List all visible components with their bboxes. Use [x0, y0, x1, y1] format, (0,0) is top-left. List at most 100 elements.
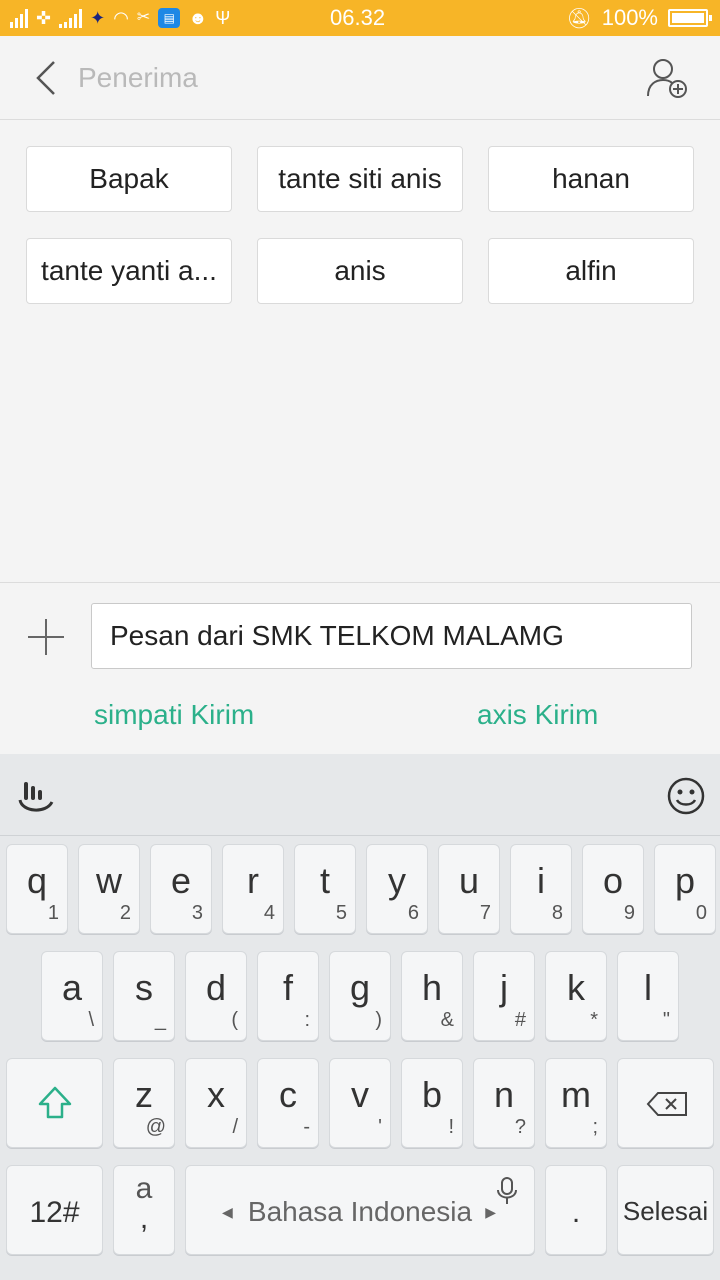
- key-l[interactable]: l ": [617, 951, 679, 1041]
- key-letter: k: [567, 967, 585, 1008]
- key-secondary: 8: [551, 902, 563, 924]
- space-key-label: Bahasa Indonesia: [247, 1196, 473, 1227]
- key-secondary: !: [448, 1116, 454, 1138]
- keyboard-menu-button[interactable]: [16, 776, 56, 816]
- key-letter: e: [170, 860, 192, 901]
- key-i[interactable]: i8: [510, 844, 572, 934]
- key-k[interactable]: k *: [545, 951, 607, 1041]
- key-letter: n: [493, 1074, 515, 1115]
- recipient-chip[interactable]: anis: [257, 238, 463, 304]
- carrier-logo-icon: ✜: [36, 8, 52, 28]
- key-z[interactable]: z @: [113, 1058, 175, 1148]
- key-v[interactable]: v ': [329, 1058, 391, 1148]
- attach-button[interactable]: [26, 617, 66, 657]
- punctuation-key[interactable]: a ,: [113, 1165, 175, 1255]
- add-person-icon: [647, 59, 687, 98]
- key-b[interactable]: b!: [401, 1058, 463, 1148]
- header: Penerima: [0, 36, 720, 120]
- key-secondary: 9: [623, 902, 635, 924]
- key-letter: c: [279, 1074, 297, 1115]
- key-secondary: ;: [592, 1116, 598, 1138]
- recipient-chip[interactable]: hanan: [488, 146, 694, 212]
- key-w[interactable]: w2: [78, 844, 140, 934]
- send-simpati-button[interactable]: simpati Kirim: [94, 699, 254, 731]
- back-button[interactable]: [26, 56, 66, 100]
- recipient-name: hanan: [552, 163, 630, 194]
- key-letter: x: [207, 1074, 225, 1115]
- shift-arrow-icon: [38, 1086, 72, 1119]
- keyboard-toolbar: [0, 754, 720, 836]
- message-input[interactable]: [91, 603, 692, 669]
- recipient-chip[interactable]: tante yanti a...: [26, 238, 232, 304]
- key-x[interactable]: x /: [185, 1058, 247, 1148]
- period-key-label: .: [571, 1196, 581, 1229]
- key-s[interactable]: s _: [113, 951, 175, 1041]
- key-secondary: &: [440, 1009, 454, 1031]
- send-axis-button[interactable]: axis Kirim: [477, 699, 598, 731]
- key-e[interactable]: e3: [150, 844, 212, 934]
- key-f[interactable]: f:: [257, 951, 319, 1041]
- key-p[interactable]: p0: [654, 844, 716, 934]
- key-letter: i: [537, 860, 545, 901]
- key-secondary: 7: [479, 902, 491, 924]
- emoji-button[interactable]: [666, 776, 706, 816]
- recipient-chip[interactable]: Bapak: [26, 146, 232, 212]
- key-t[interactable]: t5: [294, 844, 356, 934]
- key-secondary: @: [145, 1116, 166, 1138]
- period-key[interactable]: .: [545, 1165, 607, 1255]
- symbols-key-label: 12#: [29, 1196, 80, 1229]
- key-r[interactable]: r4: [222, 844, 284, 934]
- done-key-label: Selesai: [622, 1196, 709, 1226]
- recipient-name: anis: [334, 255, 386, 286]
- key-secondary: 2: [119, 902, 131, 924]
- status-icons-left: ✜ ✦ ◠ ✂ ▤ ☻ Ψ: [10, 6, 230, 30]
- backspace-key[interactable]: [617, 1058, 714, 1148]
- status-icons-right: 🔕︎ 100%: [566, 5, 712, 31]
- key-letter: l: [644, 967, 652, 1008]
- shift-key[interactable]: [6, 1058, 103, 1148]
- key-secondary: :: [304, 1009, 310, 1031]
- key-d[interactable]: d(: [185, 951, 247, 1041]
- key-u[interactable]: u7: [438, 844, 500, 934]
- battery-icon: [668, 9, 712, 27]
- key-secondary: 6: [407, 902, 419, 924]
- key-letter: a: [61, 967, 83, 1008]
- key-letter: w: [96, 860, 122, 901]
- key-letter: f: [282, 967, 293, 1008]
- key-letter: z: [135, 1074, 153, 1115]
- key-secondary: *: [590, 1009, 598, 1031]
- key-secondary: 0: [695, 902, 707, 924]
- battery-percent: 100%: [601, 5, 658, 30]
- app-notification-icon: ▤: [158, 8, 181, 28]
- key-letter: y: [388, 860, 406, 901]
- key-letter: q: [26, 860, 48, 901]
- key-y[interactable]: y6: [366, 844, 428, 934]
- key-c[interactable]: c-: [257, 1058, 319, 1148]
- key-j[interactable]: j #: [473, 951, 535, 1041]
- recipient-chip[interactable]: alfin: [488, 238, 694, 304]
- backspace-icon: [646, 1092, 687, 1116]
- key-n[interactable]: n?: [473, 1058, 535, 1148]
- key-m[interactable]: m;: [545, 1058, 607, 1148]
- space-key[interactable]: ◀ Bahasa Indonesia ▶: [185, 1165, 535, 1255]
- key-letter: o: [602, 860, 624, 901]
- tools-icon: ✂: [136, 9, 151, 26]
- symbols-key[interactable]: 12#: [6, 1165, 103, 1255]
- recipient-name: alfin: [565, 255, 617, 286]
- key-h[interactable]: h &: [401, 951, 463, 1041]
- add-contact-button[interactable]: [646, 56, 690, 100]
- key-o[interactable]: o9: [582, 844, 644, 934]
- smiley-icon: [667, 777, 705, 815]
- key-g[interactable]: g): [329, 951, 391, 1041]
- key-letter: j: [500, 967, 508, 1008]
- key-q[interactable]: q1: [6, 844, 68, 934]
- plus-icon: [28, 619, 64, 655]
- recipient-chip[interactable]: tante siti anis: [257, 146, 463, 212]
- key-a[interactable]: a \: [41, 951, 103, 1041]
- page-title: Penerima: [78, 62, 198, 93]
- compose-area: simpati Kirim axis Kirim: [0, 582, 720, 754]
- done-key[interactable]: Selesai: [617, 1165, 714, 1255]
- recipient-list: Bapak tante siti anis hanan tante yanti …: [26, 146, 694, 304]
- key-secondary: 5: [335, 902, 347, 924]
- status-bar: ✜ ✦ ◠ ✂ ▤ ☻ Ψ 06.32 🔕︎ 100%: [0, 0, 720, 36]
